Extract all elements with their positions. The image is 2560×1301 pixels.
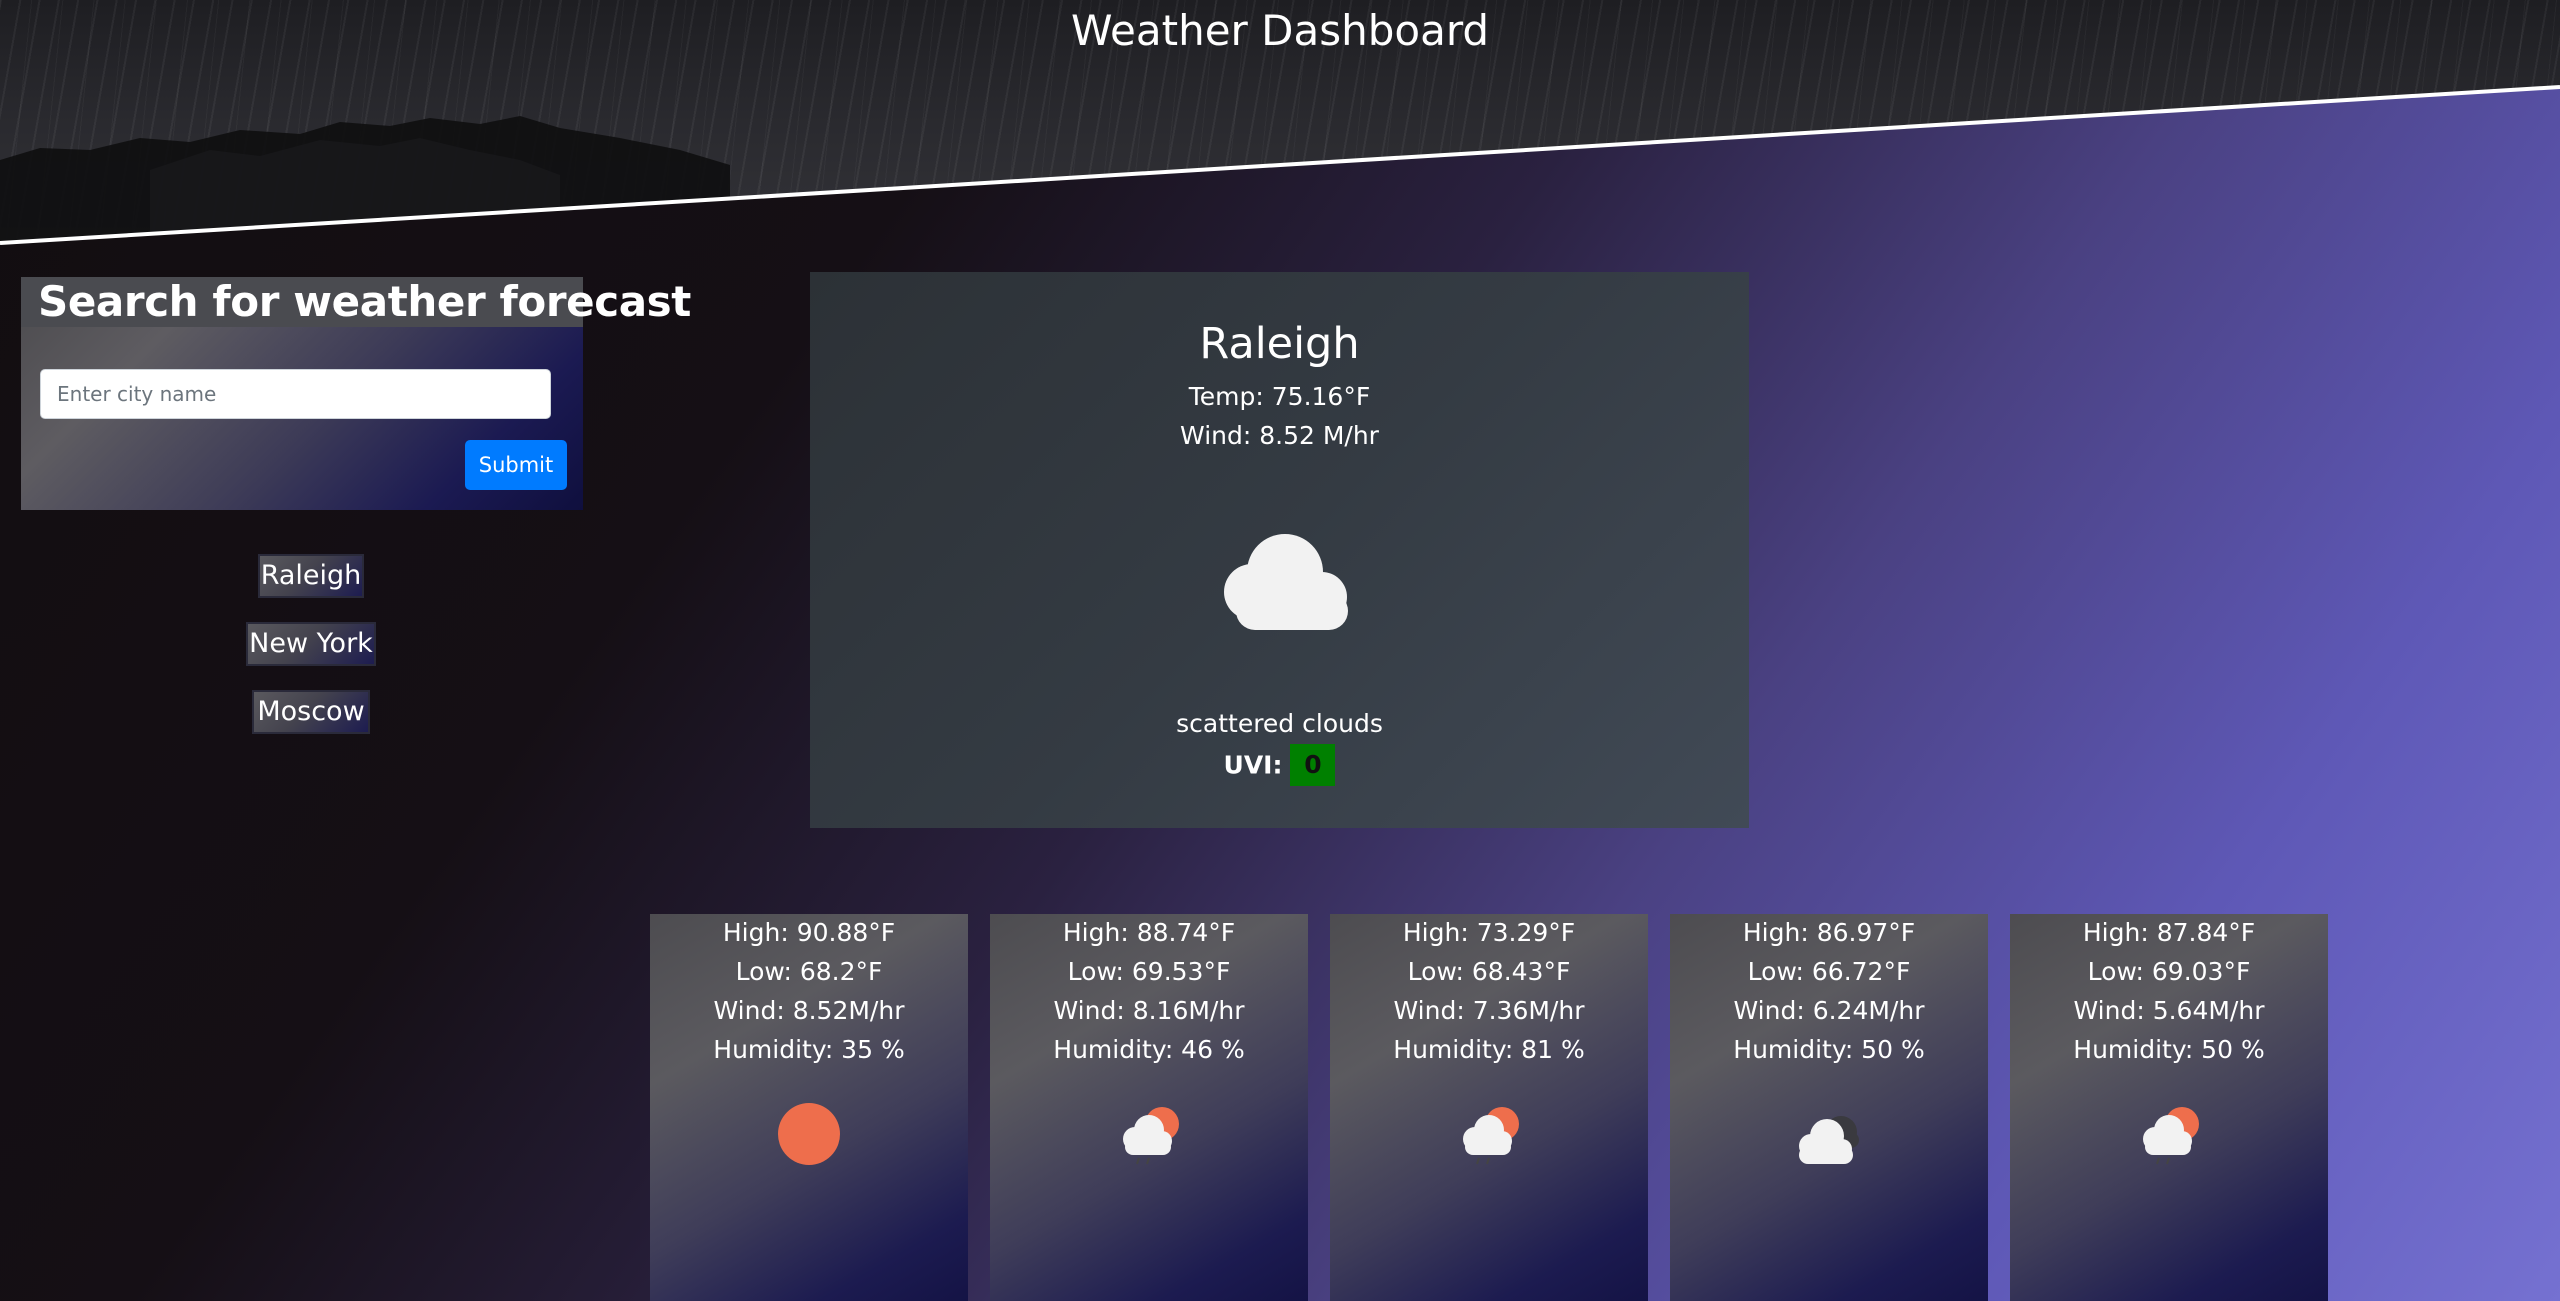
- current-temp: Temp: 75.16°F: [1188, 382, 1371, 411]
- history-button-moscow[interactable]: Moscow: [252, 690, 370, 734]
- search-panel: Search for weather forecast Submit: [21, 277, 691, 510]
- sun-cloud-rain-icon: [1439, 1094, 1539, 1178]
- forecast-card-day-2: High: 88.74°F Low: 69.53°F Wind: 8.16M/h…: [990, 914, 1308, 1301]
- forecast-low: Low: 69.03°F: [2087, 957, 2251, 986]
- forecast-wind: Wind: 7.36M/hr: [1393, 996, 1585, 1025]
- current-description: scattered clouds: [1176, 709, 1383, 738]
- forecast-card-day-3: High: 73.29°F Low: 68.43°F Wind: 7.36M/h…: [1330, 914, 1648, 1301]
- forecast-wind: Wind: 8.52M/hr: [713, 996, 905, 1025]
- forecast-humidity: Humidity: 50 %: [2073, 1035, 2265, 1064]
- forecast-humidity: Humidity: 46 %: [1053, 1035, 1245, 1064]
- sun-icon: [759, 1094, 859, 1178]
- sun-cloud-rain-icon: [2119, 1094, 2219, 1178]
- forecast-card-day-1: High: 90.88°F Low: 68.2°F Wind: 8.52M/hr…: [650, 914, 968, 1301]
- current-weather-card: Raleigh Temp: 75.16°F Wind: 8.52 M/hr sc…: [810, 272, 1749, 828]
- city-search-input[interactable]: [40, 369, 551, 419]
- forecast-humidity: Humidity: 81 %: [1393, 1035, 1585, 1064]
- current-city-name: Raleigh: [1199, 319, 1360, 369]
- search-heading: Search for weather forecast: [21, 277, 691, 327]
- scattered-clouds-icon: [1200, 522, 1360, 646]
- forecast-high: High: 87.84°F: [2082, 918, 2256, 947]
- current-wind: Wind: 8.52 M/hr: [1180, 421, 1379, 450]
- sun-cloud-rain-icon: [1099, 1094, 1199, 1178]
- forecast-humidity: Humidity: 50 %: [1733, 1035, 1925, 1064]
- forecast-high: High: 90.88°F: [722, 918, 896, 947]
- uvi-label: UVI:: [1223, 750, 1283, 780]
- forecast-high: High: 88.74°F: [1062, 918, 1236, 947]
- forecast-low: Low: 69.53°F: [1067, 957, 1231, 986]
- forecast-low: Low: 66.72°F: [1747, 957, 1911, 986]
- forecast-wind: Wind: 6.24M/hr: [1733, 996, 1925, 1025]
- forecast-card-day-5: High: 87.84°F Low: 69.03°F Wind: 5.64M/h…: [2010, 914, 2328, 1301]
- submit-button[interactable]: Submit: [465, 440, 567, 490]
- history-button-new-york[interactable]: New York: [246, 622, 376, 666]
- forecast-wind: Wind: 5.64M/hr: [2073, 996, 2265, 1025]
- history-button-raleigh[interactable]: Raleigh: [258, 554, 364, 598]
- page-title: Weather Dashboard: [1070, 6, 1490, 55]
- forecast-humidity: Humidity: 35 %: [713, 1035, 905, 1064]
- forecast-wind: Wind: 8.16M/hr: [1053, 996, 1245, 1025]
- broken-clouds-icon: [1779, 1094, 1879, 1178]
- forecast-high: High: 86.97°F: [1742, 918, 1916, 947]
- forecast-high: High: 73.29°F: [1402, 918, 1576, 947]
- uvi-badge: 0: [1290, 744, 1336, 786]
- forecast-card-day-4: High: 86.97°F Low: 66.72°F Wind: 6.24M/h…: [1670, 914, 1988, 1301]
- uvi-row: UVI: 0: [810, 744, 1749, 786]
- forecast-low: Low: 68.2°F: [735, 957, 883, 986]
- forecast-low: Low: 68.43°F: [1407, 957, 1571, 986]
